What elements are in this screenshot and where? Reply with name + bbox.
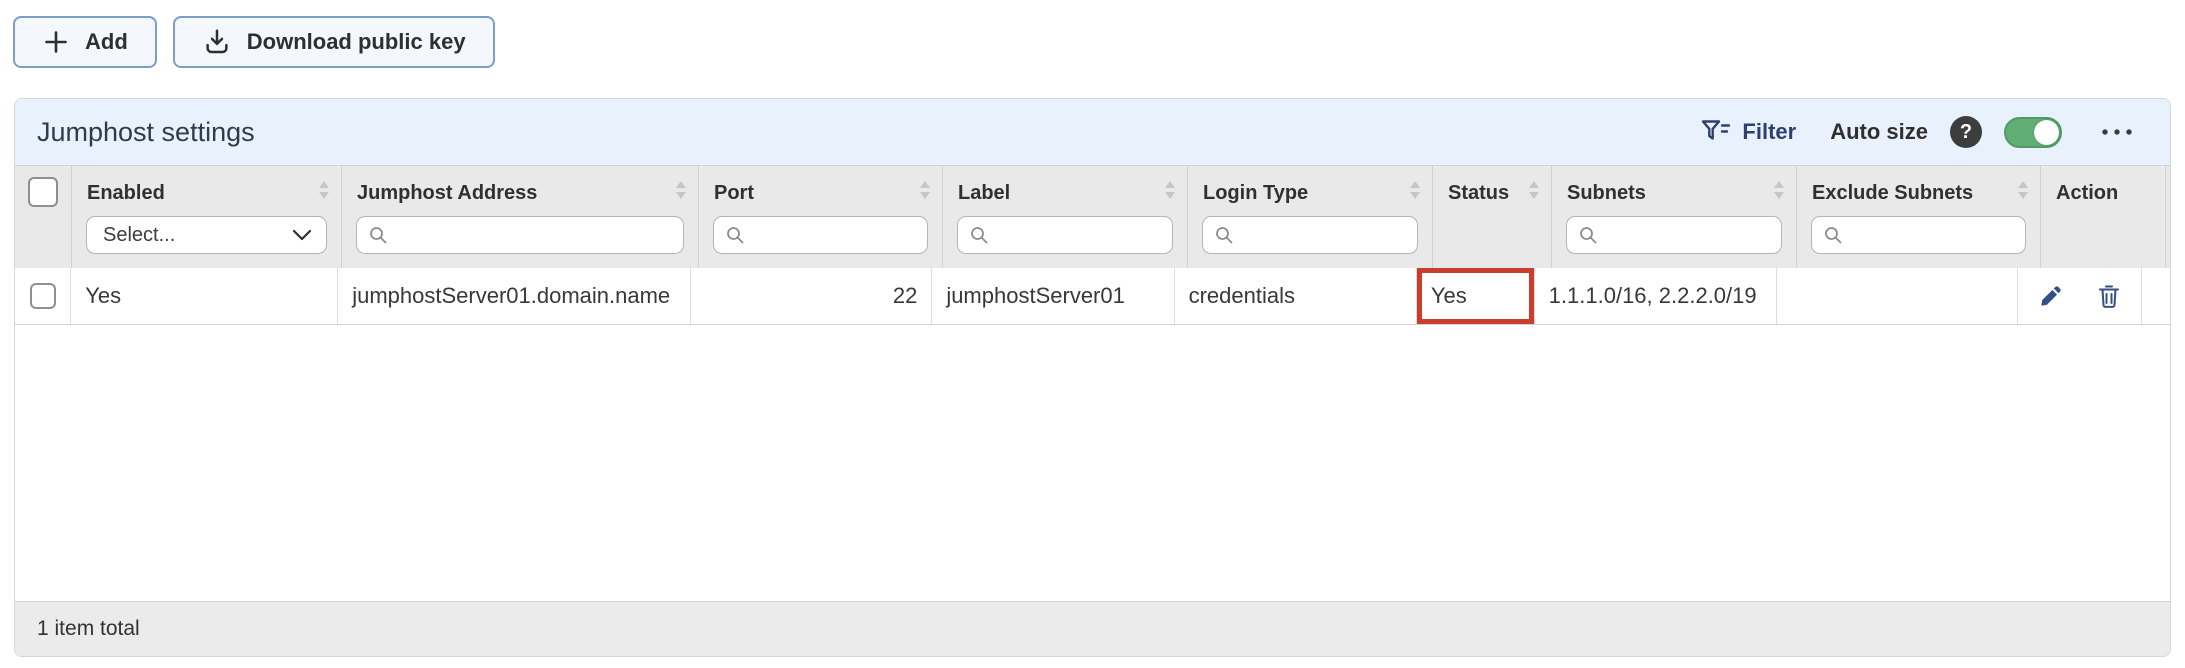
row-checkbox[interactable] [30, 283, 56, 309]
column-title-subnets[interactable]: Subnets [1552, 175, 1796, 211]
jumphost-address-filter-input[interactable] [356, 216, 684, 254]
enabled-filter-select[interactable]: Select... [86, 216, 327, 254]
auto-size-toggle[interactable] [2004, 117, 2062, 148]
select-value: Select... [103, 224, 175, 247]
sort-icon [1527, 178, 1541, 208]
column-title-label[interactable]: Label [943, 175, 1187, 211]
table-header-row: Enabled Select... Jumphost Address [15, 165, 2170, 268]
sort-icon [317, 178, 331, 208]
table-empty-area [15, 325, 2170, 601]
column-header-subnets: Subnets [1552, 166, 1797, 268]
download-icon [202, 27, 232, 57]
pencil-icon [2038, 284, 2063, 309]
column-header-port: Port [699, 166, 943, 268]
sort-icon [2016, 178, 2030, 208]
sort-icon [1163, 178, 1177, 208]
toggle-knob [2034, 120, 2059, 145]
add-button-label: Add [85, 29, 128, 55]
column-label: Status [1448, 182, 1509, 205]
column-label: Port [714, 182, 754, 205]
select-all-checkbox[interactable] [28, 177, 58, 207]
more-options-button[interactable] [2096, 123, 2138, 141]
column-title-action: Action [2041, 175, 2165, 211]
column-title-status[interactable]: Status [1433, 175, 1551, 211]
filter-cell-subnets [1552, 211, 1796, 254]
sort-icon [918, 178, 932, 208]
table-row: Yes jumphostServer01.domain.name 22 jump… [15, 268, 2170, 325]
sort-icon [674, 178, 688, 208]
column-title-login-type[interactable]: Login Type [1188, 175, 1432, 211]
column-label: Exclude Subnets [1812, 182, 1973, 205]
column-label: Enabled [87, 182, 165, 205]
filter-icon [1701, 119, 1731, 145]
row-checkbox-cell [15, 268, 71, 324]
select-all-header-cell [15, 166, 72, 268]
filter-cell-enabled: Select... [72, 211, 341, 254]
trash-icon [2097, 283, 2121, 309]
header-filler [2166, 166, 2170, 268]
filter-cell-jumphost-address [342, 211, 698, 254]
filter-cell-exclude-subnets [1797, 211, 2040, 254]
download-public-key-button[interactable]: Download public key [173, 16, 495, 68]
column-title-jumphost-address[interactable]: Jumphost Address [342, 175, 698, 211]
panel-header-controls: Filter Auto size ? [1695, 116, 2138, 148]
cell-subnets: 1.1.1.0/16, 2.2.2.0/19 [1535, 268, 1777, 324]
filter-button[interactable]: Filter [1695, 118, 1802, 146]
column-label: Action [2056, 182, 2118, 205]
column-header-label: Label [943, 166, 1188, 268]
cell-action [2018, 268, 2142, 324]
exclude-subnets-filter-input[interactable] [1811, 216, 2026, 254]
row-filler [2142, 268, 2170, 324]
page-title: Jumphost settings [37, 117, 255, 148]
sort-icon [1772, 178, 1786, 208]
subnets-filter-input[interactable] [1566, 216, 1782, 254]
cell-jumphost-address: jumphostServer01.domain.name [338, 268, 691, 324]
column-header-action: Action [2041, 166, 2166, 268]
filter-cell-login-type [1188, 211, 1432, 254]
cell-exclude-subnets [1777, 268, 2018, 324]
login-type-filter-input[interactable] [1202, 216, 1418, 254]
help-icon: ? [1960, 121, 1972, 144]
delete-button[interactable] [2095, 281, 2123, 311]
download-button-label: Download public key [247, 29, 466, 55]
filter-cell-label [943, 211, 1187, 254]
column-header-exclude-subnets: Exclude Subnets [1797, 166, 2041, 268]
cell-login-type: credentials [1175, 268, 1417, 324]
auto-size-label: Auto size [1830, 119, 1928, 145]
column-label: Jumphost Address [357, 182, 537, 205]
cell-label: jumphostServer01 [932, 268, 1174, 324]
column-label: Label [958, 182, 1010, 205]
cell-enabled: Yes [71, 268, 338, 324]
column-title-enabled[interactable]: Enabled [72, 175, 341, 211]
sort-icon [1408, 178, 1422, 208]
panel-header: Jumphost settings Filter Auto size ? [15, 99, 2170, 165]
filter-cell-port [699, 211, 942, 254]
plus-icon [42, 28, 70, 56]
item-count: 1 item total [37, 617, 140, 641]
label-filter-input[interactable] [957, 216, 1173, 254]
column-header-login-type: Login Type [1188, 166, 1433, 268]
cell-status-highlighted: Yes [1417, 268, 1535, 324]
column-header-enabled: Enabled Select... [72, 166, 342, 268]
ellipsis-icon [2100, 127, 2134, 137]
filter-label: Filter [1742, 119, 1796, 145]
toolbar: Add Download public key [13, 16, 495, 68]
add-button[interactable]: Add [13, 16, 157, 68]
column-label: Subnets [1567, 182, 1646, 205]
jumphost-settings-panel: Jumphost settings Filter Auto size ? [14, 98, 2171, 657]
table-footer: 1 item total [15, 601, 2170, 656]
column-title-exclude-subnets[interactable]: Exclude Subnets [1797, 175, 2040, 211]
column-title-port[interactable]: Port [699, 175, 942, 211]
cell-port: 22 [691, 268, 932, 324]
port-filter-input[interactable] [713, 216, 928, 254]
column-header-jumphost-address: Jumphost Address [342, 166, 699, 268]
chevron-down-icon [292, 224, 312, 247]
column-header-status: Status [1433, 166, 1552, 268]
help-button[interactable]: ? [1950, 116, 1982, 148]
edit-button[interactable] [2036, 282, 2065, 311]
column-label: Login Type [1203, 182, 1308, 205]
